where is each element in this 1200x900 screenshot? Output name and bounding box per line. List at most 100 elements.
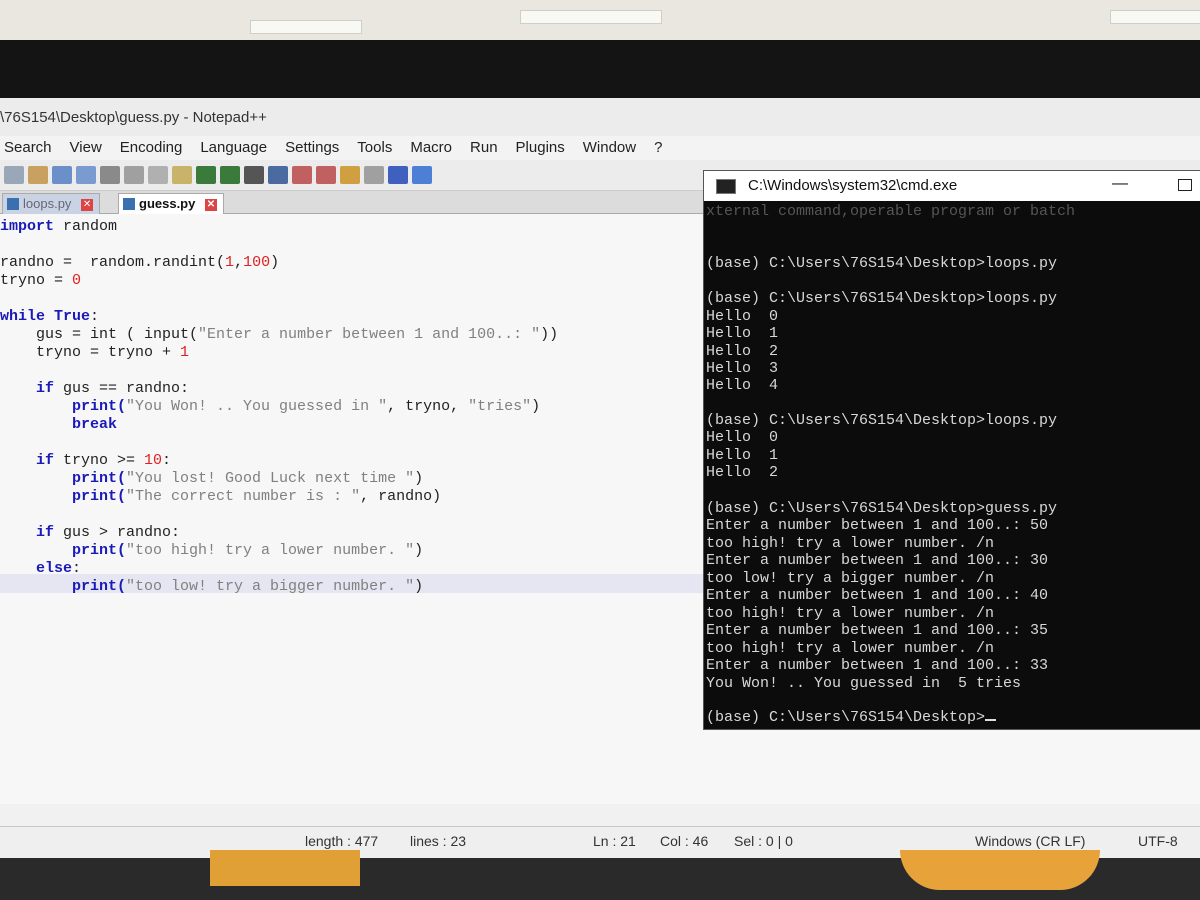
- indent-guide-icon[interactable]: [412, 166, 432, 184]
- cmd-window[interactable]: C:\Windows\system32\cmd.exe — xternal co…: [703, 170, 1200, 730]
- show-all-chars-icon[interactable]: [388, 166, 408, 184]
- status-line-number: Ln : 21: [593, 833, 636, 849]
- console-line: (base) C:\Users\76S154\Desktop>loops.py: [706, 255, 1058, 272]
- status-lines: lines : 23: [410, 833, 467, 849]
- tab-label: loops.py: [23, 196, 72, 211]
- menu-language[interactable]: Language: [196, 136, 267, 160]
- code-line: if gus == randno:: [0, 380, 190, 397]
- open-file-icon[interactable]: [28, 166, 48, 184]
- console-line: Hello 2: [706, 464, 779, 481]
- code-line: tryno = tryno + 1: [0, 344, 190, 361]
- code-line: print("The correct number is : ", randno…: [0, 488, 442, 505]
- code-line: print("too low! try a bigger number. "): [0, 578, 424, 595]
- file-icon: [123, 198, 135, 210]
- console-line: too low! try a bigger number. /n: [706, 570, 995, 587]
- word-wrap-icon[interactable]: [364, 166, 384, 184]
- menu-plugins[interactable]: Plugins: [512, 136, 565, 160]
- console-line: too high! try a lower number. /n: [706, 535, 995, 552]
- console-line: too high! try a lower number. /n: [706, 605, 995, 622]
- menu-settings[interactable]: Settings: [281, 136, 339, 160]
- minimize-icon[interactable]: —: [1112, 169, 1128, 199]
- code-line: import random: [0, 218, 118, 235]
- console-icon: [716, 179, 736, 194]
- code-line: print("You lost! Good Luck next time "): [0, 470, 424, 487]
- save-icon[interactable]: [52, 166, 72, 184]
- undo-icon[interactable]: [196, 166, 216, 184]
- status-column: Col : 46: [660, 833, 709, 849]
- tab-guess[interactable]: guess.py ✕: [118, 193, 224, 214]
- code-line: if tryno >= 10:: [0, 452, 172, 469]
- console-line: too high! try a lower number. /n: [706, 640, 995, 657]
- code-line: else:: [0, 560, 82, 577]
- background-object: [900, 850, 1100, 890]
- console-line: (base) C:\Users\76S154\Desktop>loops.py: [706, 412, 1058, 429]
- code-line: gus = int ( input("Enter a number betwee…: [0, 326, 559, 343]
- menu-view[interactable]: View: [66, 136, 102, 160]
- status-eol[interactable]: Windows (CR LF): [975, 833, 1085, 849]
- new-file-icon[interactable]: [4, 166, 24, 184]
- monitor-bezel: [0, 40, 1200, 98]
- console-line: Hello 2: [706, 343, 779, 360]
- replace-icon[interactable]: [268, 166, 288, 184]
- file-icon: [7, 198, 19, 210]
- code-line: tryno = 0: [0, 272, 82, 289]
- menu-macro[interactable]: Macro: [406, 136, 452, 160]
- menu-window[interactable]: Window: [579, 136, 636, 160]
- console-line: xternal command,operable program or batc…: [706, 203, 1076, 220]
- console-line: Enter a number between 1 and 100..: 35: [706, 622, 1049, 639]
- ceiling-background: [0, 0, 1200, 40]
- status-selection: Sel : 0 | 0: [734, 833, 793, 849]
- tab-label: guess.py: [139, 196, 196, 211]
- console-line: Enter a number between 1 and 100..: 33: [706, 657, 1049, 674]
- copy-icon[interactable]: [148, 166, 168, 184]
- close-icon[interactable]: ✕: [204, 198, 217, 211]
- maximize-icon[interactable]: [1178, 179, 1192, 191]
- text-cursor: [985, 719, 997, 721]
- menu-bar: Search View Encoding Language Settings T…: [0, 136, 1200, 160]
- sync-scroll-icon[interactable]: [340, 166, 360, 184]
- zoom-out-icon[interactable]: [316, 166, 336, 184]
- ceiling-vent: [250, 20, 362, 34]
- console-prompt-line[interactable]: (base) C:\Users\76S154\Desktop>: [706, 709, 997, 726]
- menu-help[interactable]: ?: [650, 136, 662, 160]
- cmd-titlebar[interactable]: C:\Windows\system32\cmd.exe —: [704, 171, 1200, 201]
- save-all-icon[interactable]: [76, 166, 96, 184]
- code-line: break: [0, 416, 118, 433]
- print-icon[interactable]: [100, 166, 120, 184]
- console-line: Enter a number between 1 and 100..: 40: [706, 587, 1049, 604]
- console-line: Hello 4: [706, 377, 779, 394]
- code-line: while True:: [0, 308, 100, 325]
- code-line: print("too high! try a lower number. "): [0, 542, 424, 559]
- console-line: Hello 1: [706, 325, 779, 342]
- menu-tools[interactable]: Tools: [353, 136, 392, 160]
- paste-icon[interactable]: [172, 166, 192, 184]
- background-object: [210, 850, 360, 886]
- console-line: (base) C:\Users\76S154\Desktop>loops.py: [706, 290, 1058, 307]
- console-line: Hello 0: [706, 308, 779, 325]
- window-title: \76S154\Desktop\guess.py - Notepad++: [0, 98, 1200, 136]
- console-prompt: (base) C:\Users\76S154\Desktop>: [706, 709, 986, 726]
- console-line: Hello 3: [706, 360, 779, 377]
- console-line: Hello 1: [706, 447, 779, 464]
- cmd-title: C:\Windows\system32\cmd.exe: [748, 177, 958, 194]
- close-icon[interactable]: ✕: [81, 198, 94, 211]
- menu-search[interactable]: Search: [0, 136, 52, 160]
- zoom-in-icon[interactable]: [292, 166, 312, 184]
- find-icon[interactable]: [244, 166, 264, 184]
- status-length: length : 477: [305, 833, 379, 849]
- status-encoding[interactable]: UTF-8: [1138, 833, 1178, 849]
- code-line: print("You Won! .. You guessed in ", try…: [0, 398, 541, 415]
- console-line: Hello 0: [706, 429, 779, 446]
- ceiling-light: [1110, 10, 1200, 24]
- redo-icon[interactable]: [220, 166, 240, 184]
- menu-encoding[interactable]: Encoding: [116, 136, 183, 160]
- cut-icon[interactable]: [124, 166, 144, 184]
- ceiling-light: [520, 10, 662, 24]
- code-line: if gus > randno:: [0, 524, 181, 541]
- menu-run[interactable]: Run: [466, 136, 498, 160]
- tab-loops[interactable]: loops.py ✕: [2, 193, 101, 214]
- console-line: (base) C:\Users\76S154\Desktop>guess.py: [706, 500, 1058, 517]
- console-line: Enter a number between 1 and 100..: 50: [706, 517, 1049, 534]
- console-line: Enter a number between 1 and 100..: 30: [706, 552, 1049, 569]
- console-line: You Won! .. You guessed in 5 tries: [706, 675, 1022, 692]
